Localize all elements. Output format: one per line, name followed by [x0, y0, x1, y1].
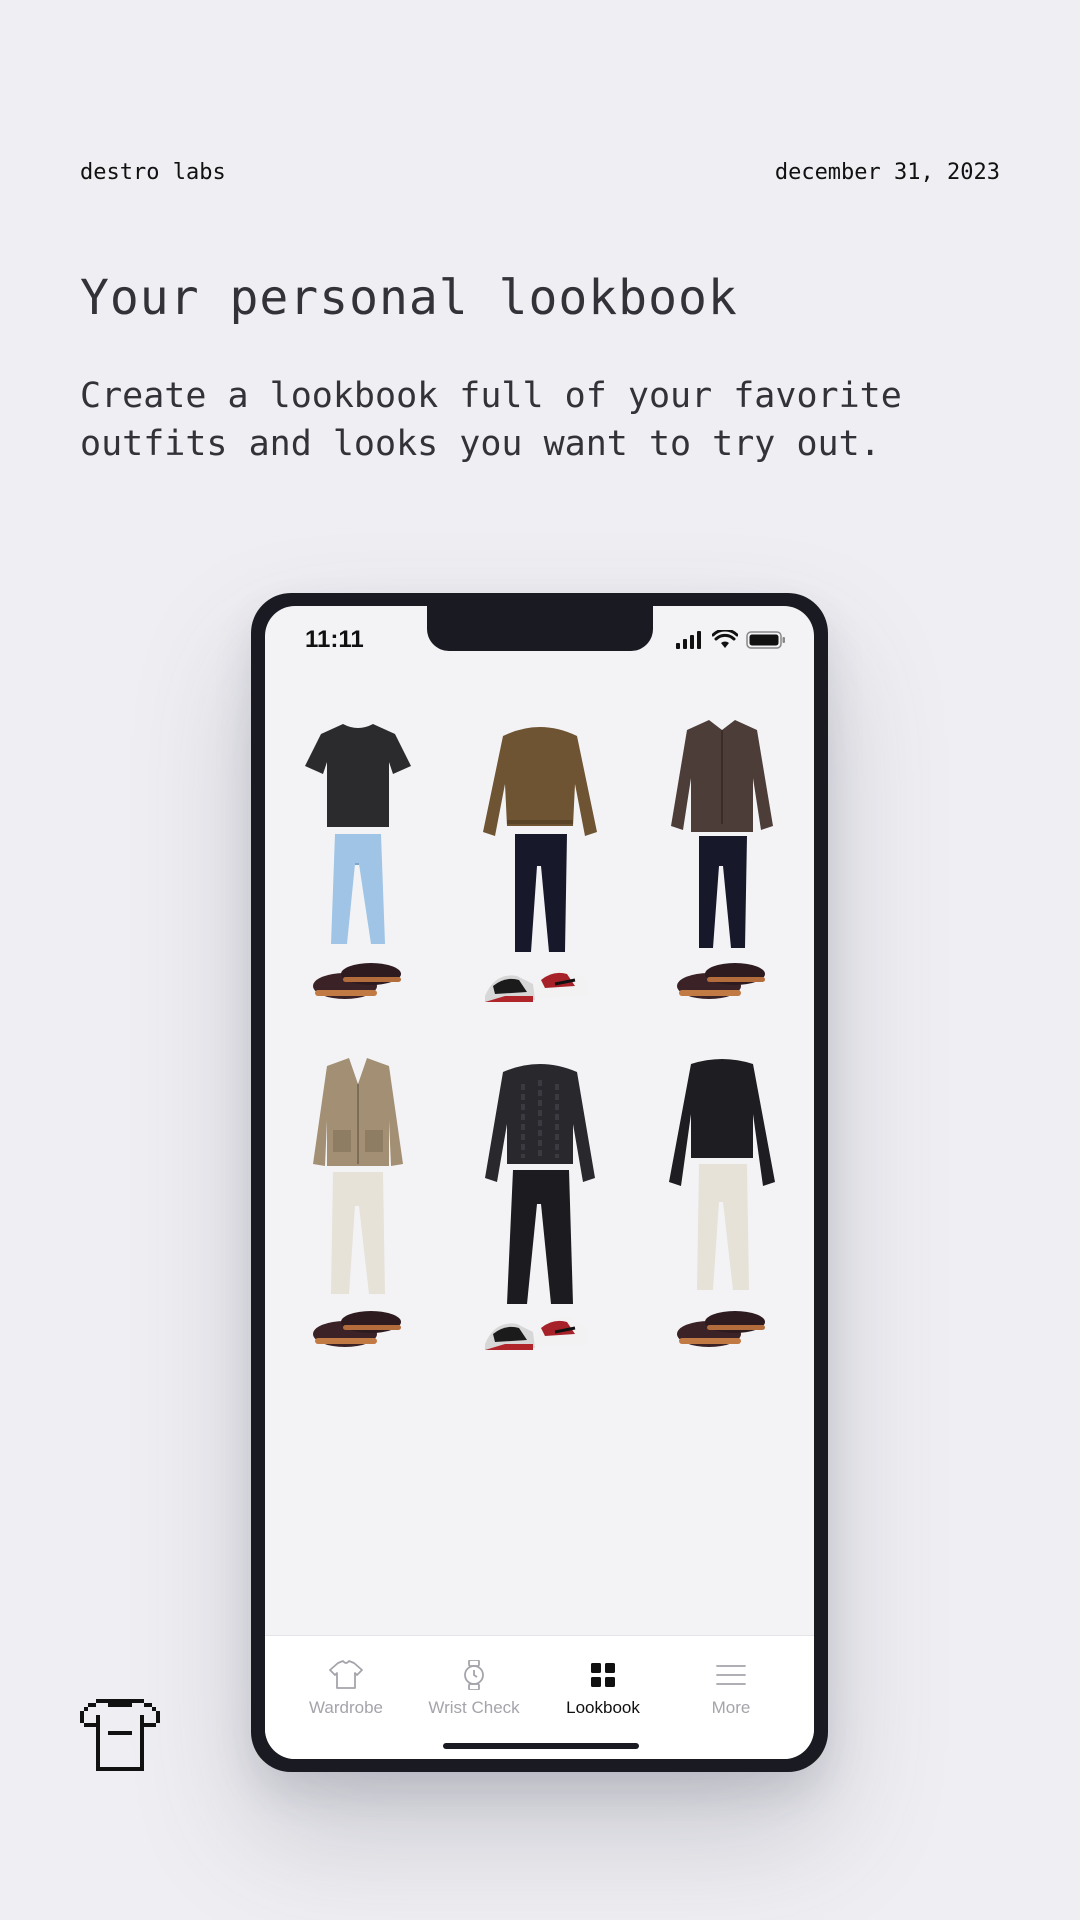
off-white-jeans-bottom [331, 1172, 385, 1294]
tab-label: Wardrobe [308, 1698, 383, 1717]
brand-label: destro labs [80, 160, 226, 185]
dark-jeans-bottom [515, 834, 567, 952]
status-icons [676, 630, 786, 650]
jeans-bottom [331, 834, 385, 944]
status-time: 11:11 [305, 626, 364, 653]
tshirt-top [305, 724, 411, 827]
outfit-illustration [671, 720, 773, 999]
shirt-icon [329, 1660, 363, 1689]
phone-mockup: 11:11 Wardrobe Wrist Check Lookbook More [251, 593, 828, 1772]
wifi-icon [712, 630, 738, 648]
tab-more[interactable]: More [667, 1660, 795, 1718]
tab-label: Lookbook [566, 1698, 640, 1717]
loafers-shoes [677, 963, 765, 999]
tab-wrist-check[interactable]: Wrist Check [410, 1660, 538, 1718]
outfit-card[interactable] [475, 714, 605, 1044]
watch-icon [464, 1660, 484, 1690]
black-trousers-bottom [507, 1170, 573, 1304]
outfit-illustration [669, 1059, 775, 1347]
polo-top [671, 720, 773, 832]
sweater-top [483, 727, 597, 836]
loafers-shoes [313, 963, 401, 999]
cable-knit-top [485, 1064, 595, 1182]
outfit-illustration [313, 1058, 403, 1347]
sneakers-shoes [485, 1317, 589, 1350]
grid-icon [591, 1663, 615, 1687]
outfit-card[interactable] [293, 1054, 423, 1384]
date-label: december 31, 2023 [774, 160, 1000, 185]
tab-bar: Wardrobe Wrist Check Lookbook More [265, 1635, 814, 1759]
home-indicator [443, 1743, 639, 1749]
loafers-shoes [677, 1311, 765, 1347]
outfit-card[interactable] [657, 714, 787, 1044]
outfit-card[interactable] [657, 1054, 787, 1384]
outfit-illustration [305, 724, 411, 999]
outfit-card[interactable] [475, 1054, 605, 1384]
menu-icon [716, 1665, 746, 1685]
phone-screen: 11:11 Wardrobe Wrist Check Lookbook More [265, 606, 814, 1759]
signal-icon [676, 631, 701, 649]
off-white-jeans-bottom [697, 1164, 749, 1290]
outfit-illustration [483, 727, 597, 1002]
battery-icon [746, 631, 785, 649]
tab-label: More [711, 1698, 751, 1717]
pixel-shirt-logo-icon [80, 1699, 160, 1771]
phone-notch [427, 606, 653, 651]
sneakers-shoes [485, 969, 589, 1002]
loafers-shoes [313, 1311, 401, 1347]
cardigan-top [313, 1058, 403, 1166]
outfit-card[interactable] [293, 714, 423, 1044]
page-title: Your personal lookbook [80, 270, 738, 326]
tab-lookbook[interactable]: Lookbook [539, 1660, 667, 1718]
outfit-illustration [485, 1064, 595, 1350]
tab-wardrobe[interactable]: Wardrobe [282, 1660, 410, 1718]
dark-jeans-bottom [699, 836, 747, 948]
tab-label: Wrist Check [428, 1698, 520, 1717]
page-subtitle: Create a lookbook full of your favorite … [80, 376, 902, 464]
